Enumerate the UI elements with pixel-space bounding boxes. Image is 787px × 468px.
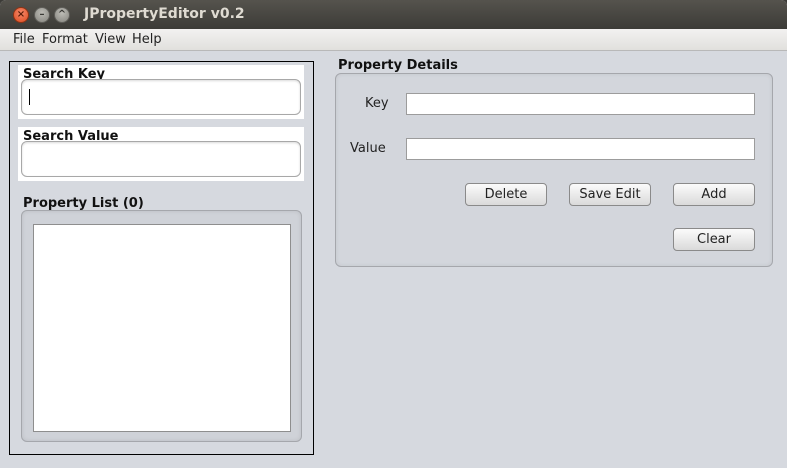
close-window-button[interactable]: × (13, 7, 29, 23)
delete-button[interactable]: Delete (465, 183, 547, 206)
minimize-icon: – (39, 9, 45, 20)
title-bar[interactable]: × – ^ JPropertyEditor v0.2 (0, 0, 787, 29)
value-field[interactable] (406, 138, 755, 160)
key-field[interactable] (406, 93, 755, 115)
save-edit-button[interactable]: Save Edit (569, 183, 651, 206)
property-details-title: Property Details (338, 58, 458, 73)
menu-file[interactable]: File (13, 32, 35, 47)
menu-help[interactable]: Help (132, 32, 162, 47)
minimize-window-button[interactable]: – (34, 7, 50, 23)
property-list[interactable] (33, 224, 291, 432)
clear-button[interactable]: Clear (673, 228, 755, 251)
search-key-group: Search Key (18, 65, 304, 119)
text-caret (29, 89, 30, 105)
value-label: Value (350, 141, 386, 156)
maximize-window-button[interactable]: ^ (54, 7, 70, 23)
app-window: × – ^ JPropertyEditor v0.2 File Format V… (0, 0, 787, 468)
close-icon: × (16, 9, 26, 20)
property-list-frame (21, 210, 302, 442)
search-value-group: Search Value (18, 127, 304, 181)
search-key-input[interactable] (21, 79, 301, 115)
maximize-icon: ^ (57, 9, 67, 20)
left-panel: Search Key Search Value Property List (0… (9, 61, 314, 455)
menu-view[interactable]: View (95, 32, 126, 47)
menu-format[interactable]: Format (42, 32, 88, 47)
window-title: JPropertyEditor v0.2 (84, 6, 245, 22)
search-value-input[interactable] (21, 141, 301, 177)
property-list-label: Property List (0) (23, 196, 144, 211)
add-button[interactable]: Add (673, 183, 755, 206)
key-label: Key (365, 96, 389, 111)
menu-bar: File Format View Help (0, 29, 787, 51)
